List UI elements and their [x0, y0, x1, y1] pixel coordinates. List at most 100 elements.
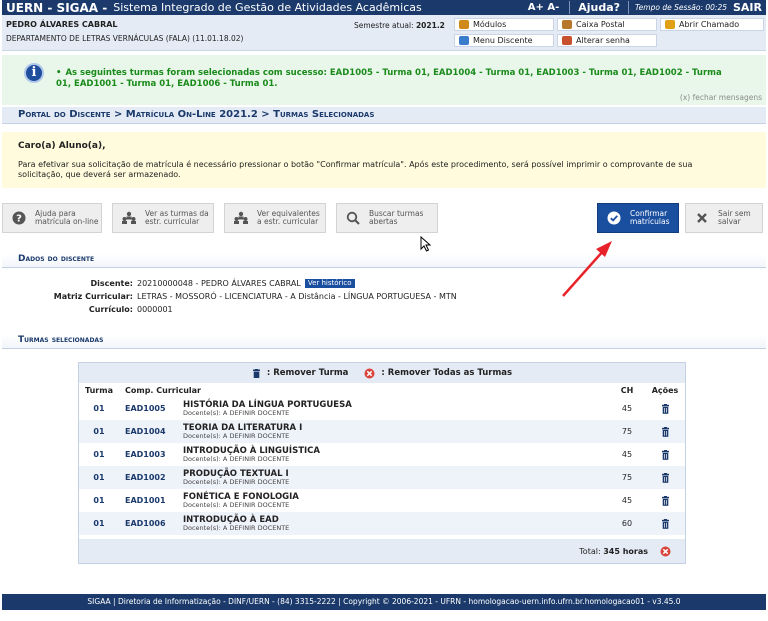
class-code[interactable]: EAD1002: [119, 473, 183, 482]
view-curricular-button[interactable]: Ver as turmas da estr. curricular: [112, 203, 214, 233]
help-button[interactable]: ? Ajuda para matrícula on-line: [2, 203, 102, 233]
trash-icon: [661, 403, 669, 414]
class-ch: 45: [621, 404, 633, 413]
class-code[interactable]: EAD1001: [119, 496, 183, 505]
class-code[interactable]: EAD1006: [119, 519, 183, 528]
change-password-label: Alterar senha: [576, 36, 630, 45]
curriculum-matrix-row: Matriz Curricular: LETRAS - MOSSORÓ - LI…: [28, 292, 457, 301]
student-value: 20210000048 - PEDRO ÁLVARES CABRAL: [137, 279, 301, 288]
remove-class-button[interactable]: [645, 449, 685, 460]
view-equivalents-button[interactable]: Ver equivalentes a estr. curricular: [224, 203, 326, 233]
help-button-label: Ajuda para matrícula on-line: [35, 208, 99, 226]
class-turma[interactable]: 01: [79, 404, 119, 413]
remove-all-button[interactable]: [660, 546, 671, 557]
col-turma: Turma: [85, 385, 113, 395]
class-ch: 75: [621, 473, 633, 482]
exit-without-saving-button[interactable]: Sair sem salvar: [685, 203, 763, 233]
class-name: FONÉTICA E FONOLOGIA Docente(s): A DEFINI…: [183, 492, 609, 509]
semester-value: 2021.2: [415, 21, 445, 30]
exit-without-saving-label: Sair sem salvar: [718, 208, 751, 226]
open-ticket-label: Abrir Chamado: [679, 20, 740, 29]
student-menu-label: Menu Discente: [473, 36, 533, 45]
class-turma[interactable]: 01: [79, 519, 119, 528]
info-icon: i: [24, 63, 44, 83]
modules-label: Módulos: [473, 20, 507, 29]
class-turma[interactable]: 01: [79, 496, 119, 505]
class-name: INTRODUÇÃO À EAD Docente(s): A DEFINIR DO…: [183, 515, 609, 532]
remove-class-button[interactable]: [645, 495, 685, 506]
history-badge[interactable]: Ver histórico: [304, 279, 355, 288]
class-name: HISTÓRIA DA LÍNGUA PORTUGUESA Docente(s):…: [183, 400, 609, 417]
top-bar: UERN - SIGAA - Sistema Integrado de Gest…: [2, 0, 766, 15]
classes-table-header: Turma Comp. Curricular CH Ações: [79, 383, 685, 397]
class-turma[interactable]: 01: [79, 427, 119, 436]
remove-all-legend: : Remover Todas as Turmas: [381, 368, 513, 378]
font-size-controls[interactable]: A+ A-: [528, 2, 560, 13]
classes-total: Total: 345 horas: [79, 539, 685, 563]
class-docente: Docente(s): A DEFINIR DOCENTE: [183, 500, 290, 509]
open-ticket-shortcut[interactable]: Abrir Chamado: [660, 18, 764, 31]
remove-all-icon: [364, 368, 375, 378]
student-menu-shortcut[interactable]: Menu Discente: [454, 34, 554, 47]
class-ch: 60: [621, 519, 633, 528]
class-ch: 45: [621, 496, 633, 505]
class-turma[interactable]: 01: [79, 473, 119, 482]
class-name: PRODUÇÃO TEXTUAL I Docente(s): A DEFINIR …: [183, 469, 609, 486]
mailbox-shortcut[interactable]: Caixa Postal: [557, 18, 657, 31]
student-data-heading: Dados do discente: [2, 254, 766, 268]
user-department: DEPARTAMENTO DE LETRAS VERNÁCULAS (FALA)…: [6, 34, 244, 43]
class-turma[interactable]: 01: [79, 450, 119, 459]
remove-class-button[interactable]: [645, 403, 685, 414]
table-row: 01 EAD1002 PRODUÇÃO TEXTUAL I Docente(s): A…: [79, 466, 685, 489]
success-text: • As seguintes turmas foram selecionadas …: [56, 68, 722, 89]
view-curricular-label: Ver as turmas da estr. curricular: [145, 208, 209, 226]
current-semester: Semestre atual: 2021.2: [354, 21, 445, 30]
table-row: 01 EAD1006 INTRODUÇÃO À EAD Docente(s): A D…: [79, 512, 685, 535]
table-row: 01 EAD1005 HISTÓRIA DA LÍNGUA PORTUGUESA Do…: [79, 397, 685, 420]
footer: SIGAA | Diretoria de Informatização - DI…: [2, 594, 766, 610]
ticket-icon: [665, 20, 675, 29]
remove-class-button[interactable]: [645, 472, 685, 483]
class-code[interactable]: EAD1005: [119, 404, 183, 413]
app-brand[interactable]: UERN - SIGAA -: [2, 1, 107, 15]
curriculum-matrix-label: Matriz Curricular:: [53, 292, 133, 301]
breadcrumb: Portal do Discente > Matrícula On-Line 2…: [2, 107, 766, 124]
remove-class-legend: : Remover Turma: [266, 368, 349, 378]
user-bar: PEDRO ÁLVARES CABRAL DEPARTAMENTO DE LET…: [2, 15, 766, 51]
check-circle-icon: [606, 211, 622, 225]
class-docente: Docente(s): A DEFINIR DOCENTE: [183, 523, 290, 532]
help-icon: ?: [11, 211, 27, 225]
remove-class-button[interactable]: [645, 426, 685, 437]
confirm-enrollment-button[interactable]: Confirmar matrículas: [597, 203, 679, 233]
curriculum-label: Currículo:: [88, 305, 133, 314]
class-docente: Docente(s): A DEFINIR DOCENTE: [183, 408, 290, 417]
classes-legend: : Remover Turma : Remover Todas as Turma…: [79, 363, 685, 383]
trash-icon: [661, 472, 669, 483]
table-row: 01 EAD1004 TEORIA DA LITERATURA I Docente(s…: [79, 420, 685, 443]
class-ch: 45: [621, 450, 633, 459]
search-classes-button[interactable]: Buscar turmas abertas: [336, 203, 438, 233]
change-password-shortcut[interactable]: Alterar senha: [557, 34, 657, 47]
remove-class-button[interactable]: [645, 518, 685, 529]
modules-shortcut[interactable]: Módulos: [454, 18, 554, 31]
total-hours: Total: 345 horas: [579, 546, 648, 556]
help-link[interactable]: Ajuda?: [570, 1, 628, 14]
system-name: Sistema Integrado de Gestão de Atividade…: [113, 1, 422, 14]
notice-greeting: Caro(a) Aluno(a),: [18, 141, 106, 151]
class-ch: 75: [621, 427, 633, 436]
classes-table-body: 01 EAD1005 HISTÓRIA DA LÍNGUA PORTUGUESA Do…: [79, 397, 685, 535]
class-code[interactable]: EAD1003: [119, 450, 183, 459]
instructions-notice: Caro(a) Aluno(a), Para efetivar sua soli…: [2, 132, 766, 188]
trash-icon: [661, 518, 669, 529]
student-row: Discente: 20210000048 - PEDRO ÁLVARES CA…: [28, 279, 355, 288]
class-code[interactable]: EAD1004: [119, 427, 183, 436]
notice-body: Para efetivar sua solicitação de matrícu…: [18, 160, 693, 179]
session-timer: Tempo de Sessão: 00:25: [635, 3, 727, 12]
class-name: TEORIA DA LITERATURA I Docente(s): A DEFI…: [183, 423, 609, 440]
logout-link[interactable]: SAIR: [733, 1, 766, 14]
close-messages-link[interactable]: (x) fechar mensagens: [680, 93, 762, 102]
confirm-enrollment-label: Confirmar matrículas: [630, 208, 670, 226]
view-equivalents-label: Ver equivalentes a estr. curricular: [257, 208, 320, 226]
group-icon: [233, 211, 249, 225]
trash-icon: [661, 495, 669, 506]
